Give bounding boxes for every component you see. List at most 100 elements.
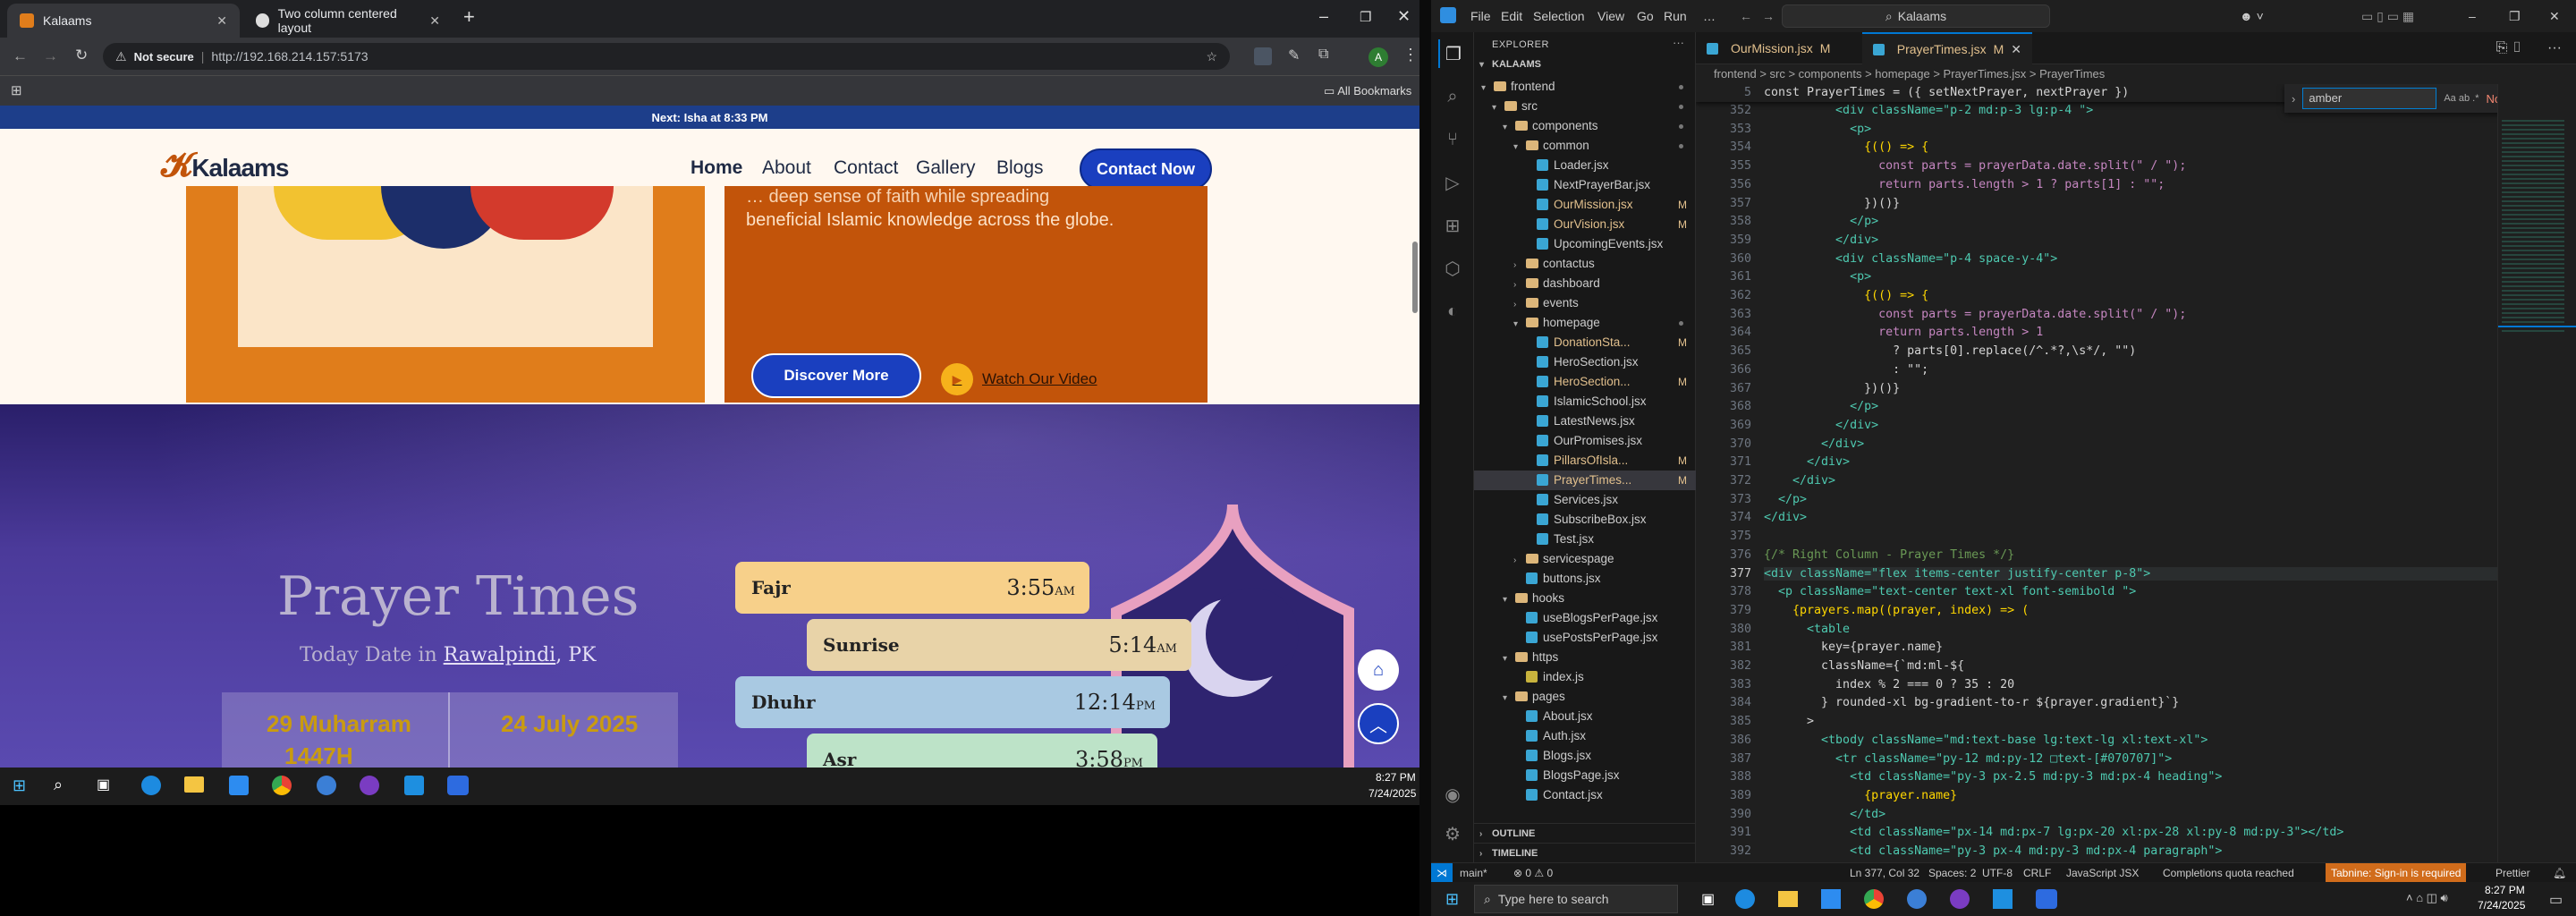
tree-file[interactable]: Auth.jsx [1474, 726, 1696, 746]
extension-icon[interactable] [1254, 47, 1272, 65]
tab-ourmission[interactable]: OurMission.jsx M [1696, 32, 1862, 64]
copilot-icon[interactable]: ☻ ˅ [2240, 9, 2264, 23]
city-link[interactable]: Rawalpindi [444, 644, 556, 666]
menu-selection[interactable]: Selection [1533, 9, 1585, 23]
url-text[interactable]: http://192.168.214.157:5173 [211, 49, 368, 64]
git-branch[interactable]: main* [1460, 867, 1487, 879]
find-input[interactable]: amber [2302, 88, 2437, 109]
bell-icon[interactable]: 🔔︎ [2553, 867, 2566, 879]
prettier-status[interactable]: Prettier [2496, 867, 2530, 879]
tree-file[interactable]: index.js [1474, 667, 1696, 687]
chrome-icon[interactable] [272, 776, 292, 795]
github-desktop-icon[interactable] [360, 776, 379, 795]
tree-folder[interactable]: › contactus [1474, 254, 1696, 274]
close-tab-icon[interactable]: ✕ [216, 13, 227, 29]
notifications-icon[interactable]: ▭ [2549, 891, 2563, 909]
zoom-icon[interactable] [2036, 889, 2057, 909]
account-icon[interactable]: ◉ [1438, 780, 1467, 809]
more-actions-icon[interactable]: ··· [1673, 36, 1684, 49]
layout-icons[interactable]: ▭ ▯ ▭ ▦ [2361, 9, 2414, 24]
minimize-icon[interactable]: – [1319, 7, 1328, 26]
tree-file[interactable]: useBlogsPerPage.jsx [1474, 608, 1696, 628]
chrome-icon[interactable] [1864, 889, 1884, 909]
code-editor[interactable]: 352 <div className="p-2 md:p-3 lg:p-4 ">… [1696, 84, 2576, 862]
tree-file[interactable]: SubscribeBox.jsx [1474, 510, 1696, 530]
tree-file[interactable]: PrayerTimes... M [1474, 471, 1696, 490]
tree-folder[interactable]: ▾ frontend [1474, 77, 1696, 97]
profile-avatar[interactable]: A [1368, 47, 1388, 67]
page-scrollbar[interactable] [1412, 242, 1418, 313]
windows-start-icon[interactable]: ⊞ [1445, 890, 1459, 909]
tree-folder[interactable]: ▾ src [1474, 97, 1696, 116]
menu-edit[interactable]: Edit [1501, 9, 1522, 23]
tree-file[interactable]: PillarsOfIsla... M [1474, 451, 1696, 471]
edge-icon[interactable] [1735, 889, 1755, 909]
tree-folder[interactable]: ▾ pages [1474, 687, 1696, 707]
nav-contact[interactable]: Contact [834, 157, 898, 179]
minimap[interactable] [2497, 84, 2576, 862]
search-icon[interactable]: ⌕ [54, 776, 63, 794]
tree-file[interactable]: Test.jsx [1474, 530, 1696, 549]
forward-icon[interactable]: → [43, 47, 58, 65]
vscode-icon[interactable] [1993, 889, 2012, 909]
vscode-icon[interactable] [404, 776, 424, 795]
split-editor-icon[interactable]: ⎘ ▯ [2496, 40, 2522, 56]
menu-run[interactable]: Run [1664, 9, 1687, 23]
tree-file[interactable]: usePostsPerPage.jsx [1474, 628, 1696, 648]
github-desktop-icon[interactable] [1950, 889, 1970, 909]
app-icon[interactable] [317, 776, 336, 795]
remote-icon[interactable]: ⬡ [1438, 254, 1467, 283]
language-mode[interactable]: JavaScript JSX [2066, 867, 2139, 879]
tree-file[interactable]: LatestNews.jsx [1474, 411, 1696, 431]
search-icon[interactable]: ⌕ [1438, 82, 1467, 111]
tree-file[interactable]: IslamicSchool.jsx [1474, 392, 1696, 411]
tree-folder[interactable]: ▾ homepage [1474, 313, 1696, 333]
site-logo[interactable]: 𝓚Kalaams [161, 147, 290, 185]
reload-icon[interactable]: ↻ [75, 47, 88, 64]
nav-gallery[interactable]: Gallery [916, 157, 976, 179]
nav-blogs[interactable]: Blogs [996, 157, 1044, 179]
store-icon[interactable] [229, 776, 249, 795]
security-label[interactable]: Not secure [134, 50, 194, 64]
pen-icon[interactable]: ✎ [1288, 47, 1300, 64]
close-tab-icon[interactable]: ✕ [2011, 42, 2021, 57]
tree-folder[interactable]: ▾ hooks [1474, 589, 1696, 608]
tree-file[interactable]: Services.jsx [1474, 490, 1696, 510]
apps-grid-icon[interactable]: ⊞ [11, 82, 22, 98]
command-center-search[interactable]: ⌕ Kalaams [1782, 4, 2050, 28]
back-icon[interactable]: ← [13, 47, 28, 65]
tree-folder[interactable]: › servicespage [1474, 549, 1696, 569]
tree-file[interactable]: About.jsx [1474, 707, 1696, 726]
discover-more-button[interactable]: Discover More [751, 353, 921, 398]
tree-folder[interactable]: ▾ common [1474, 136, 1696, 156]
encoding[interactable]: UTF-8 [1982, 867, 2012, 879]
zoom-icon[interactable] [447, 776, 469, 795]
tree-folder[interactable]: › dashboard [1474, 274, 1696, 293]
edge-icon[interactable] [141, 776, 161, 795]
tree-file[interactable]: buttons.jsx [1474, 569, 1696, 589]
tree-file[interactable]: HeroSection.jsx [1474, 352, 1696, 372]
tree-folder[interactable]: › events [1474, 293, 1696, 313]
extensions-icon[interactable]: ⊞ [1438, 211, 1467, 240]
problems-count[interactable]: ⊗ 0 ⚠ 0 [1513, 867, 1553, 879]
address-bar[interactable]: ⚠ Not secure | http://192.168.214.157:51… [103, 43, 1230, 70]
explorer-icon[interactable]: ❐ [1438, 39, 1467, 68]
tree-file[interactable]: BlogsPage.jsx [1474, 766, 1696, 785]
app-icon[interactable] [1907, 889, 1927, 909]
indentation[interactable]: Spaces: 2 [1928, 867, 1976, 879]
timeline-panel[interactable]: › TIMELINE [1474, 843, 1696, 862]
tabnine-status[interactable]: Tabnine: Sign-in is required [2326, 863, 2467, 882]
tree-file[interactable]: Blogs.jsx [1474, 746, 1696, 766]
notification-bell-button[interactable]: ⌂ [1358, 649, 1399, 691]
system-tray-icons[interactable]: ˄ ⌂ ◫ 🔊︎ [2406, 891, 2448, 905]
menu-more[interactable]: … [1703, 9, 1716, 23]
copilot-status[interactable]: Completions quota reached [2163, 867, 2294, 879]
tree-folder[interactable]: ▾ components [1474, 116, 1696, 136]
close-window-icon[interactable]: ✕ [2549, 9, 2560, 24]
bookmark-star-icon[interactable]: ☆ [1206, 49, 1217, 64]
task-view-icon[interactable]: ▣ [97, 776, 110, 793]
tree-file[interactable]: Contact.jsx [1474, 785, 1696, 805]
tab-kalaams[interactable]: Kalaams ✕ [7, 4, 240, 38]
restore-icon[interactable]: ❐ [1360, 9, 1371, 25]
breadcrumb[interactable]: frontend > src > components > homepage >… [1696, 64, 2576, 84]
